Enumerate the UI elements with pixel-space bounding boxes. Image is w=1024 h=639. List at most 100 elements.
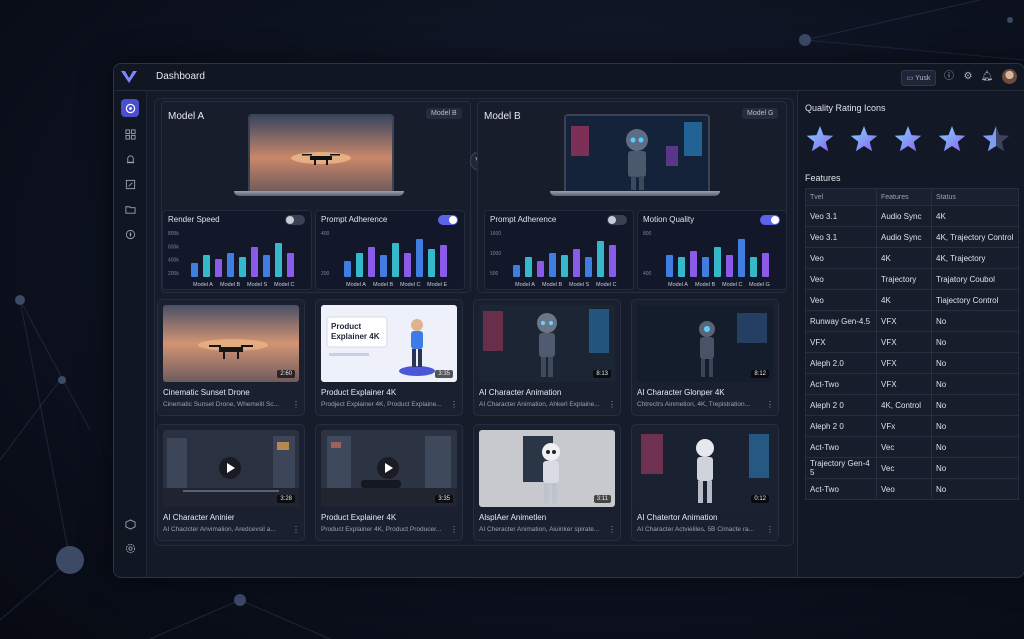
y-tick-label: 800k bbox=[168, 231, 179, 237]
table-row[interactable]: Veo 3.1 Audio Sync 4K bbox=[805, 205, 1019, 227]
table-cell: VFX bbox=[805, 331, 877, 353]
metric-bar bbox=[750, 257, 757, 277]
video-thumbnail[interactable]: 3:35 bbox=[321, 430, 457, 507]
video-thumbnail[interactable]: 2:60 bbox=[163, 305, 299, 382]
metric-bar bbox=[392, 243, 399, 277]
table-row[interactable]: Trajectory Gen-4 5 Vec No bbox=[805, 457, 1019, 479]
video-thumbnail[interactable]: 8:12 bbox=[637, 305, 773, 382]
table-row[interactable]: Act-Two VFX No bbox=[805, 373, 1019, 395]
table-row[interactable]: Veo 4K Tiajectory Control bbox=[805, 289, 1019, 311]
video-subtitle: AI Character Actvieliles, 5B Cimacte ra.… bbox=[637, 526, 755, 533]
video-card[interactable]: 2:60 Cinematic Sunset Drone Cinematic Suns… bbox=[157, 299, 305, 416]
bell-icon[interactable]: 🔔︎ bbox=[980, 70, 994, 84]
video-card[interactable]: 3:35 Product Explainer 4K Product Explaine… bbox=[315, 424, 463, 541]
table-row[interactable]: Runway Gen-4.5 VFX No bbox=[805, 310, 1019, 332]
table-cell: Act-Two bbox=[805, 436, 877, 458]
sidebar-item-notifications[interactable] bbox=[121, 150, 139, 168]
sidebar-item-settings[interactable] bbox=[121, 539, 139, 557]
play-icon[interactable] bbox=[377, 457, 399, 479]
video-card[interactable]: 3:11 AlsplAer Animetlen AI Cheracter Anima… bbox=[473, 424, 621, 541]
table-cell: 4K, Trajectory Control bbox=[931, 226, 1019, 248]
titlebar: Dashboard ▭ Yusk ⓘ ⚙ 🔔︎ bbox=[114, 64, 1024, 91]
metric-card-render-speed: Render Speed 800k 600k 400k 200k Model A Model… bbox=[162, 210, 312, 290]
help-icon[interactable]: ⓘ bbox=[942, 70, 956, 84]
sidebar-item-extensions[interactable] bbox=[121, 515, 139, 533]
right-panel: Quality Rating Icons Features Tvel Featu… bbox=[797, 91, 1024, 577]
video-thumbnail[interactable]: 3:11 bbox=[479, 430, 615, 507]
sidebar-item-home[interactable] bbox=[121, 99, 139, 117]
cube-icon bbox=[124, 518, 136, 530]
metric-bar bbox=[191, 263, 198, 277]
table-row[interactable]: Aleph 2 0 4K, Control No bbox=[805, 394, 1019, 416]
more-options-icon[interactable]: ⋮ bbox=[766, 400, 774, 409]
video-thumbnail[interactable]: Product Explainer 4K 3:35 bbox=[321, 305, 457, 382]
compass-icon bbox=[125, 229, 135, 239]
video-subtitle: Cinematic Sunset Drone, Whemelit Sc... bbox=[163, 401, 279, 408]
video-card[interactable]: 0:12 AI Chatertor Animation AI Character A… bbox=[631, 424, 779, 541]
sidebar-item-explore[interactable] bbox=[121, 225, 139, 243]
table-row[interactable]: Act-Two Veo No bbox=[805, 478, 1019, 500]
metric-toggle[interactable] bbox=[607, 215, 627, 225]
settings-icon[interactable]: ⚙ bbox=[961, 70, 975, 84]
video-subtitle: Chtrectrs Ainmetion, 4K, Trepistration..… bbox=[637, 401, 751, 408]
y-tick-label: 200 bbox=[321, 271, 330, 277]
sidebar bbox=[114, 91, 147, 577]
table-cell: No bbox=[931, 310, 1019, 332]
metric-toggle[interactable] bbox=[760, 215, 780, 225]
app-logo-icon bbox=[121, 71, 137, 83]
model-a-badge[interactable]: Model B bbox=[426, 108, 462, 119]
edit-icon bbox=[125, 179, 135, 189]
sidebar-item-folder[interactable] bbox=[121, 200, 139, 218]
metric-bar bbox=[263, 255, 270, 277]
sidebar-item-edit[interactable] bbox=[121, 175, 139, 193]
duration-badge: 3:11 bbox=[593, 495, 611, 503]
table-row[interactable]: Veo 4K 4K, Trajectory bbox=[805, 247, 1019, 269]
metric-bar bbox=[762, 253, 769, 277]
metric-bar bbox=[690, 251, 697, 277]
metric-bar bbox=[513, 265, 520, 277]
table-cell: Act-Two bbox=[805, 478, 877, 500]
x-tick-label: Model S bbox=[569, 282, 590, 288]
video-card[interactable]: 8:13 AI Character Animation AI Character A… bbox=[473, 299, 621, 416]
metric-bar bbox=[440, 245, 447, 277]
more-options-icon[interactable]: ⋮ bbox=[608, 400, 616, 409]
table-row[interactable]: Aleph 2.0 VFX No bbox=[805, 352, 1019, 374]
more-options-icon[interactable]: ⋮ bbox=[292, 400, 300, 409]
video-subtitle: AI Cheracter Animation, Aiuinker spirate… bbox=[479, 526, 600, 533]
table-row[interactable]: Veo Trajectory Trajatory Coubol bbox=[805, 268, 1019, 290]
laptop-preview-b bbox=[550, 114, 720, 198]
model-b-label: Model B bbox=[484, 111, 521, 122]
metric-bar bbox=[585, 257, 592, 277]
metric-toggle[interactable] bbox=[285, 215, 305, 225]
table-row[interactable]: Act-Two Vec No bbox=[805, 436, 1019, 458]
play-icon[interactable] bbox=[219, 457, 241, 479]
video-thumbnail[interactable]: 3:28 bbox=[163, 430, 299, 507]
x-tick-label: Model C bbox=[596, 282, 617, 288]
x-tick-label: Model S bbox=[247, 282, 268, 288]
metric-bar bbox=[666, 255, 673, 277]
video-card[interactable]: 3:28 AI Character Aninier AI Chaclcter Anv… bbox=[157, 424, 305, 541]
metric-bar bbox=[428, 249, 435, 277]
duration-badge: 0:12 bbox=[751, 495, 769, 503]
video-card[interactable]: Product Explainer 4K 3:35 Product Explainer… bbox=[315, 299, 463, 416]
more-options-icon[interactable]: ⋮ bbox=[608, 525, 616, 534]
sidebar-item-grid[interactable] bbox=[121, 125, 139, 143]
video-card[interactable]: 8:12 AI Character Glonper 4K Chtrectrs Ain… bbox=[631, 299, 779, 416]
model-b-badge[interactable]: Model G bbox=[742, 108, 779, 119]
table-row[interactable]: Veo 3.1 Audio Sync 4K, Trajectory Control bbox=[805, 226, 1019, 248]
metric-bar bbox=[525, 257, 532, 277]
avatar[interactable] bbox=[1002, 69, 1017, 84]
video-title: AI Character Glonper 4K bbox=[637, 388, 725, 397]
table-row[interactable]: VFX VFX No bbox=[805, 331, 1019, 353]
table-cell: VFX bbox=[876, 310, 932, 332]
more-options-icon[interactable]: ⋮ bbox=[450, 525, 458, 534]
video-thumbnail[interactable]: 8:13 bbox=[479, 305, 615, 382]
table-cell: Aleph 2 0 bbox=[805, 394, 877, 416]
more-options-icon[interactable]: ⋮ bbox=[292, 525, 300, 534]
more-options-icon[interactable]: ⋮ bbox=[450, 400, 458, 409]
table-row[interactable]: Aleph 2 0 VFx No bbox=[805, 415, 1019, 437]
video-thumbnail[interactable]: 0:12 bbox=[637, 430, 773, 507]
more-options-icon[interactable]: ⋮ bbox=[766, 525, 774, 534]
yusk-button[interactable]: ▭ Yusk bbox=[901, 70, 936, 86]
metric-toggle[interactable] bbox=[438, 215, 458, 225]
